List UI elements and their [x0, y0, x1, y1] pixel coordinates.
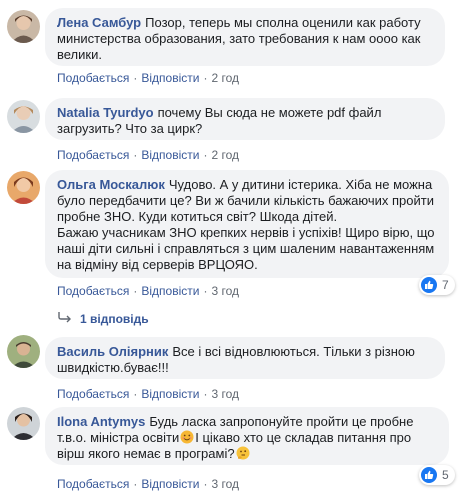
- reaction-count: 7: [442, 278, 449, 292]
- comment-bubble: Лена Самбур Позор, теперь мы сполна оцени…: [45, 8, 445, 66]
- comment-actions: Подобається · Відповісти · 2 год: [57, 71, 239, 85]
- comment-actions: Подобається · Відповісти · 3 год: [57, 387, 239, 401]
- comment-author[interactable]: Natalia Tyurdyo: [57, 105, 154, 120]
- comment-time[interactable]: 3 год: [211, 387, 239, 401]
- comment-time[interactable]: 3 год: [211, 284, 239, 298]
- reaction-badge[interactable]: 5: [419, 465, 455, 485]
- comment-time[interactable]: 2 год: [211, 71, 239, 85]
- comment-actions: Подобається · Відповісти · 3 год: [57, 477, 239, 491]
- avatar[interactable]: [7, 407, 40, 440]
- reply-link[interactable]: Відповісти: [141, 71, 199, 85]
- comment-actions: Подобається · Відповісти · 2 год: [57, 148, 239, 162]
- comment-author[interactable]: Ilona Antymys: [57, 414, 145, 429]
- reply-link[interactable]: Відповісти: [141, 148, 199, 162]
- comment-text-2: Бажаю учасникам ЗНО крепких нервів і усп…: [57, 225, 435, 272]
- reply-link[interactable]: Відповісти: [141, 477, 199, 491]
- view-replies[interactable]: 1 відповідь: [58, 311, 149, 326]
- reaction-badge[interactable]: 7: [419, 275, 455, 295]
- comment-thread: Лена Самбур Позор, теперь мы сполна оцени…: [0, 0, 473, 498]
- comment-author[interactable]: Ольга Москалюк: [57, 177, 165, 192]
- like-link[interactable]: Подобається: [57, 71, 129, 85]
- reply-arrow-icon: [58, 311, 72, 326]
- avatar[interactable]: [7, 10, 40, 43]
- reply-link[interactable]: Відповісти: [141, 284, 199, 298]
- like-link[interactable]: Подобається: [57, 477, 129, 491]
- comment-bubble: Ilona Antymys Будь ласка запропонуйте про…: [45, 407, 449, 465]
- comment-bubble: Ольга Москалюк Чудово. А у дитини істерик…: [45, 170, 449, 278]
- avatar[interactable]: [7, 335, 40, 368]
- reaction-count: 5: [442, 468, 449, 482]
- like-link[interactable]: Подобається: [57, 148, 129, 162]
- avatar[interactable]: [7, 100, 40, 133]
- like-link[interactable]: Подобається: [57, 284, 129, 298]
- like-link[interactable]: Подобається: [57, 387, 129, 401]
- comment-actions: Подобається · Відповісти · 3 год: [57, 284, 239, 298]
- comment-bubble: Василь Оліярник Все і всі відновлюються. …: [45, 337, 445, 379]
- like-icon: [421, 467, 437, 483]
- smile-emoji-icon: [180, 430, 194, 444]
- comment-time[interactable]: 2 год: [211, 148, 239, 162]
- like-icon: [421, 277, 437, 293]
- thinking-emoji-icon: [236, 446, 250, 460]
- comment-time[interactable]: 3 год: [211, 477, 239, 491]
- avatar[interactable]: [7, 171, 40, 204]
- comment-author[interactable]: Лена Самбур: [57, 15, 141, 30]
- replies-count[interactable]: 1 відповідь: [80, 312, 149, 326]
- reply-link[interactable]: Відповісти: [141, 387, 199, 401]
- comment-author[interactable]: Василь Оліярник: [57, 344, 168, 359]
- comment-bubble: Natalia Tyurdyo почему Вы сюда не можете …: [45, 98, 445, 140]
